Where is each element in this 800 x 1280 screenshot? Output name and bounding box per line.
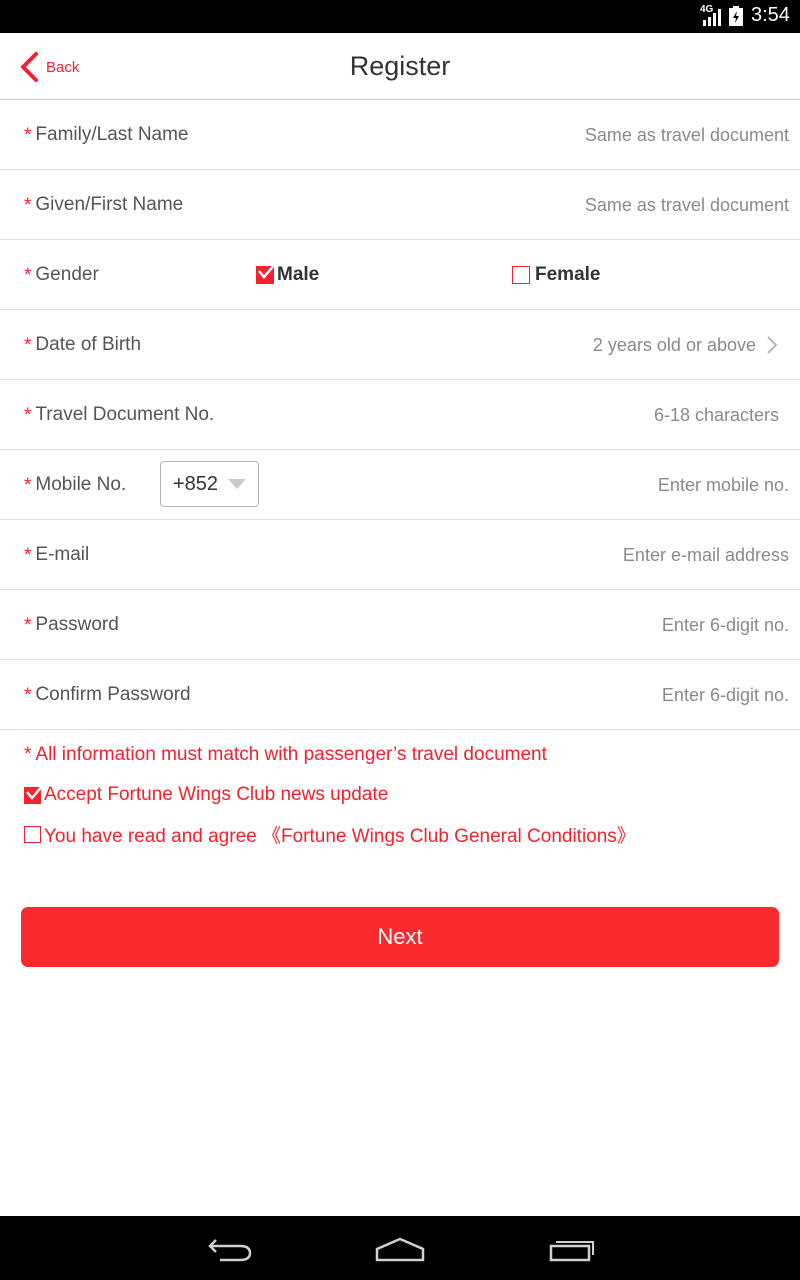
email-input[interactable]: Enter e-mail address [623, 520, 789, 590]
family-name-input[interactable]: Same as travel document [585, 100, 789, 170]
dropdown-arrow-icon [228, 479, 246, 489]
status-clock: 3:54 [751, 4, 790, 26]
country-code-select[interactable]: +852 [160, 461, 259, 507]
given-name-row[interactable]: * Given/First Name Same as travel documen… [0, 170, 800, 240]
gender-row: * Gender Male Female [0, 240, 800, 310]
news-update-label: Accept Fortune Wings Club news update [44, 784, 389, 805]
password-input[interactable]: Enter 6-digit no. [662, 590, 789, 660]
news-update-checkbox-row[interactable]: Accept Fortune Wings Club news update [24, 783, 388, 807]
checkbox-checked-icon[interactable] [256, 263, 276, 284]
dob-label: * Date of Birth [24, 334, 142, 356]
required-mark: * [24, 195, 32, 216]
travel-doc-row[interactable]: * Travel Document No. 6-18 characters [0, 380, 800, 450]
app-header: Back Register [0, 33, 800, 100]
required-mark: * [24, 405, 32, 426]
confirm-password-input[interactable]: Enter 6-digit no. [662, 660, 789, 730]
home-icon[interactable] [374, 1236, 426, 1262]
next-button[interactable]: Next [21, 907, 779, 967]
gender-female-option[interactable]: Female [512, 240, 600, 310]
mobile-input[interactable]: Enter mobile no. [658, 450, 789, 520]
given-name-label: * Given/First Name [24, 194, 184, 216]
country-code-value: +852 [173, 473, 219, 495]
family-name-label: * Family/Last Name [24, 124, 189, 146]
dob-row[interactable]: * Date of Birth 2 years old or above [0, 310, 800, 380]
travel-doc-input[interactable]: 6-18 characters [654, 380, 779, 450]
signal-icon [703, 9, 721, 26]
confirm-password-row[interactable]: * Confirm Password Enter 6-digit no. [0, 660, 800, 730]
password-label: * Password [24, 614, 119, 636]
system-nav-bar [0, 1216, 800, 1280]
mobile-row: * Mobile No. +852 Enter mobile no. [0, 450, 800, 520]
required-mark: * [24, 475, 32, 496]
info-notice: * All information must match with passeng… [24, 744, 547, 765]
checkbox-unchecked-icon[interactable] [24, 825, 41, 843]
status-bar: 4G 3:54 [0, 0, 800, 33]
confirm-password-label: * Confirm Password [24, 684, 191, 706]
family-name-row[interactable]: * Family/Last Name Same as travel documen… [0, 100, 800, 170]
gender-female-label: Female [535, 264, 601, 285]
password-row[interactable]: * Password Enter 6-digit no. [0, 590, 800, 660]
given-name-input[interactable]: Same as travel document [585, 170, 789, 240]
checkbox-checked-icon[interactable] [24, 783, 44, 804]
battery-icon [729, 6, 743, 26]
required-mark: * [24, 685, 32, 706]
terms-link[interactable]: You have read and agree 《Fortune Wings C… [44, 821, 636, 848]
mobile-label: * Mobile No. [24, 474, 127, 496]
recent-apps-icon[interactable] [548, 1236, 596, 1262]
required-mark: * [24, 125, 32, 146]
email-label: * E-mail [24, 544, 90, 566]
required-mark: * [24, 744, 32, 765]
back-icon[interactable] [206, 1236, 254, 1262]
chevron-right-icon [767, 336, 778, 354]
page-title: Register [349, 51, 451, 81]
email-row[interactable]: * E-mail Enter e-mail address [0, 520, 800, 590]
required-mark: * [24, 265, 32, 286]
gender-label: * Gender [24, 264, 99, 286]
dob-picker[interactable]: 2 years old or above [593, 310, 756, 380]
terms-checkbox-row[interactable]: You have read and agree 《Fortune Wings C… [24, 821, 636, 848]
travel-doc-label: * Travel Document No. [24, 404, 215, 426]
checkbox-unchecked-icon[interactable] [512, 266, 530, 284]
required-mark: * [24, 335, 32, 356]
required-mark: * [24, 615, 32, 636]
gender-male-option[interactable]: Male [256, 240, 319, 310]
required-mark: * [24, 545, 32, 566]
gender-male-label: Male [277, 264, 320, 285]
